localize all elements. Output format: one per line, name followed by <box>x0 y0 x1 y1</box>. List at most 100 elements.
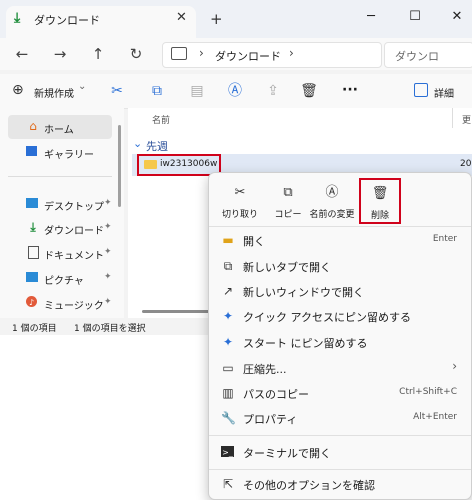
sidebar-item-desktop[interactable]: デスクトップ ✦ <box>8 192 112 216</box>
delete-icon[interactable]: 🗑 <box>300 82 318 100</box>
pin-icon: ✦ <box>104 272 112 282</box>
sidebar-item-documents[interactable]: ドキュメント ✦ <box>8 241 112 265</box>
new-tab-button[interactable]: + <box>210 10 223 28</box>
maximize-button[interactable]: ☐ <box>402 6 428 28</box>
cut-icon[interactable]: ✂ <box>108 82 126 100</box>
sidebar-item-label: ホーム <box>44 125 74 136</box>
column-header-name[interactable]: 名前 <box>152 113 170 126</box>
column-divider <box>452 108 453 128</box>
menu-shortcut: Alt+Enter <box>413 412 457 422</box>
sidebar-item-gallery[interactable]: ギャラリー <box>8 140 112 164</box>
menu-item-label: クイック アクセスにピン留めする <box>243 311 411 324</box>
minimize-button[interactable]: ─ <box>358 6 384 28</box>
file-date: 20 <box>460 159 472 169</box>
menu-item-open-terminal[interactable]: >_ ターミナルで開く <box>209 439 471 465</box>
sidebar-item-home[interactable]: ⌂ ホーム <box>8 115 112 139</box>
breadcrumb-separator-end[interactable]: › <box>289 46 294 60</box>
refresh-button[interactable]: ↻ <box>126 44 146 64</box>
menu-item-copy-path[interactable]: ▥ パスのコピー Ctrl+Shift+C <box>209 380 471 406</box>
menu-item-label: 新しいウィンドウで開く <box>243 286 364 299</box>
search-input[interactable]: ダウンロ <box>384 42 472 68</box>
group-header[interactable]: 先週 <box>146 138 168 154</box>
download-icon: ⤓ <box>30 220 36 234</box>
rename-icon: Ⓐ <box>325 185 339 200</box>
selection-count: 1 個の項目を選択 <box>74 324 146 334</box>
delete-icon: 🗑 <box>371 186 389 201</box>
sidebar-item-pictures[interactable]: ピクチャ ✦ <box>8 266 112 290</box>
folder-open-icon: ▬ <box>222 233 234 247</box>
menu-item-open-new-tab[interactable]: ⧉ 新しいタブで開く <box>209 253 471 279</box>
file-name[interactable]: iw2313006w <box>160 159 217 169</box>
close-button[interactable]: ✕ <box>444 6 470 28</box>
tab-close-button[interactable]: ✕ <box>176 10 187 25</box>
search-placeholder: ダウンロ <box>395 50 439 63</box>
pin-icon: ✦ <box>104 198 112 208</box>
tab-title: ダウンロード <box>34 14 100 27</box>
back-button[interactable]: ← <box>12 44 32 64</box>
menu-item-open-new-window[interactable]: ↗ 新しいウィンドウで開く <box>209 278 471 304</box>
share-icon[interactable]: ⇪ <box>264 82 282 100</box>
menu-item-compress[interactable]: ▭ 圧縮先... › <box>209 355 471 381</box>
rename-label: 名前の変更 <box>309 210 355 220</box>
chevron-right-icon: › <box>452 359 457 373</box>
sidebar-item-label: ダウンロード <box>44 226 104 237</box>
item-count: 1 個の項目 <box>12 324 57 334</box>
forward-button[interactable]: → <box>50 44 70 64</box>
pin-icon: ✦ <box>222 309 234 323</box>
menu-item-label: プロパティ <box>243 413 298 426</box>
breadcrumb-separator: › <box>199 46 204 60</box>
menu-item-label: ターミナルで開く <box>243 447 331 460</box>
sidebar-item-label: ピクチャ <box>44 276 84 287</box>
music-icon: ♪ <box>26 296 37 307</box>
menu-item-label: 開く <box>243 235 265 248</box>
menu-item-open[interactable]: ▬ 開く Enter <box>209 227 471 253</box>
up-button[interactable]: ↑ <box>88 44 108 64</box>
menu-item-more-options[interactable]: ⇱ その他のオプションを確認 <box>209 471 471 497</box>
details-button[interactable]: 詳細 <box>434 85 454 100</box>
sidebar-item-music[interactable]: ♪ ミュージック ✦ <box>8 291 112 315</box>
sidebar-item-label: デスクトップ <box>44 202 104 213</box>
more-button[interactable]: ··· <box>342 82 358 98</box>
copy-icon[interactable]: ⧉ <box>148 82 166 100</box>
pin-icon: ✦ <box>104 222 112 232</box>
group-chevron-icon[interactable]: ⌄ <box>133 137 142 150</box>
menu-item-label: その他のオプションを確認 <box>243 479 375 492</box>
home-icon: ⌂ <box>29 119 37 133</box>
new-tab-icon: ⧉ <box>223 259 233 273</box>
archive-icon: ▭ <box>222 361 234 375</box>
new-button[interactable]: 新規作成 <box>34 85 74 100</box>
address-bar[interactable]: › ダウンロード › <box>162 42 382 68</box>
pictures-icon <box>26 272 38 282</box>
breadcrumb-downloads[interactable]: ダウンロード <box>215 48 281 64</box>
menu-item-label: 新しいタブで開く <box>243 261 331 274</box>
sidebar-divider <box>8 176 112 177</box>
download-icon: ⤓ <box>14 10 21 26</box>
sidebar-scrollbar[interactable] <box>118 125 121 207</box>
new-window-icon: ↗ <box>222 284 234 298</box>
folder-icon <box>144 160 157 169</box>
pin-icon: ✦ <box>104 297 112 307</box>
details-pane-icon <box>414 83 428 97</box>
rename-button[interactable]: Ⓐ 名前の変更 <box>303 173 361 225</box>
menu-shortcut: Enter <box>432 234 457 244</box>
menu-separator <box>209 435 471 436</box>
paste-icon[interactable]: ▤ <box>188 82 206 100</box>
menu-shortcut: Ctrl+Shift+C <box>399 387 457 397</box>
column-header-date[interactable]: 更 <box>462 113 471 126</box>
pin-icon: ✦ <box>104 247 112 257</box>
menu-separator <box>209 469 471 470</box>
rename-icon[interactable]: Ⓐ <box>226 82 244 100</box>
chevron-down-icon: ⌄ <box>78 81 87 92</box>
context-menu: ✂ 切り取り ⧉ コピー Ⓐ 名前の変更 🗑 削除 ▬ 開く Enter ⧉ 新… <box>208 172 472 500</box>
menu-item-label: パスのコピー <box>243 388 309 401</box>
sidebar-item-downloads[interactable]: ⤓ ダウンロード ✦ <box>8 216 112 240</box>
menu-item-label: 圧縮先... <box>243 363 287 376</box>
menu-item-pin-start[interactable]: ✦ スタート にピン留めする <box>209 329 471 355</box>
gallery-icon <box>26 146 37 156</box>
delete-button[interactable]: 🗑 削除 <box>359 178 401 224</box>
new-icon: ⊕ <box>12 82 24 98</box>
more-options-icon: ⇱ <box>222 477 234 491</box>
pc-icon <box>171 47 187 60</box>
menu-item-pin-quick-access[interactable]: ✦ クイック アクセスにピン留めする <box>209 303 471 329</box>
menu-item-properties[interactable]: 🔧 プロパティ Alt+Enter <box>209 405 471 431</box>
